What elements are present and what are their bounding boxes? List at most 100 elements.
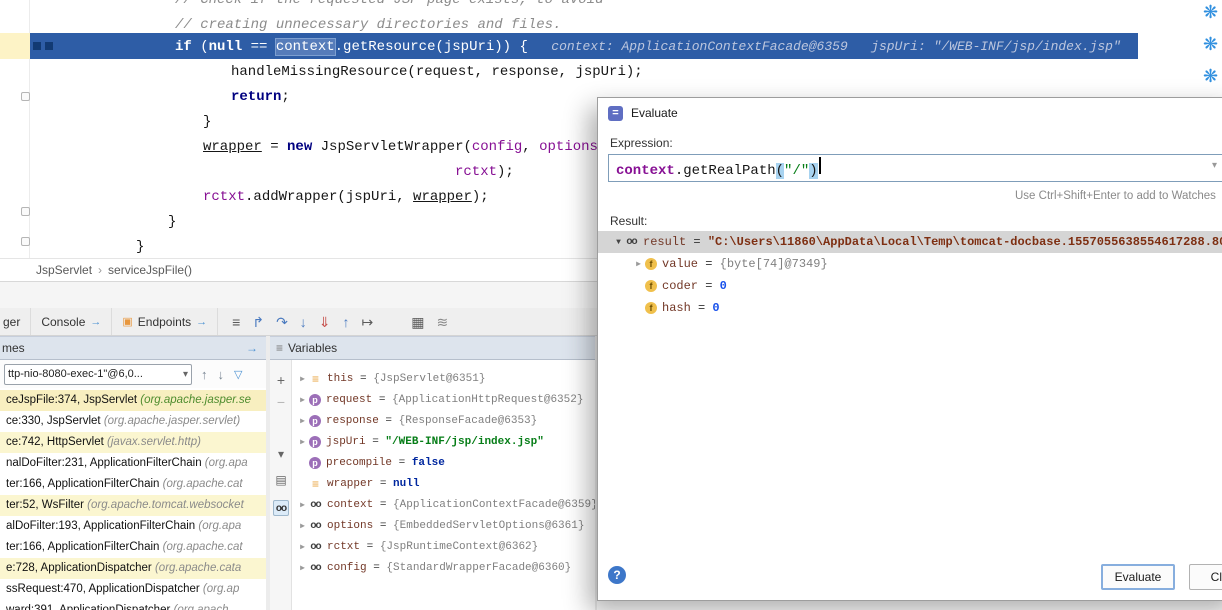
variable-row[interactable]: ▶oocontext = {ApplicationContextFacade@6… xyxy=(292,494,595,515)
variable-name: precompile xyxy=(326,457,392,469)
code-token: ; xyxy=(281,89,289,105)
mute-breakpoints-icon[interactable]: ≋ xyxy=(437,315,449,329)
code-token: = xyxy=(262,139,287,155)
variables-panel-header[interactable]: ≡ Variables xyxy=(270,336,595,360)
watch-icon: oo xyxy=(309,520,322,532)
expression-history-icon[interactable]: ▾ xyxy=(1212,160,1217,171)
frame-package: (org.apach xyxy=(174,604,229,610)
up-stack-icon[interactable]: ↑ xyxy=(201,367,208,382)
stack-frame[interactable]: ter:52, WsFilter (org.apache.tomcat.webs… xyxy=(0,495,266,516)
thread-selector-row: ttp-nio-8080-exec-1"@6,0... ▾ ↑ ↓ ▽ xyxy=(0,360,266,388)
stack-frames-list[interactable]: ceJspFile:374, JspServlet (org.apache.ja… xyxy=(0,390,266,610)
expand-chevron-icon[interactable]: ▶ xyxy=(296,374,309,384)
variables-tree[interactable]: ▶≡this = {JspServlet@6351}▶prequest = {A… xyxy=(292,368,595,578)
evaluate-button[interactable]: Evaluate xyxy=(1101,564,1175,590)
fold-marker-icon[interactable] xyxy=(21,237,30,246)
stack-frame[interactable]: ter:166, ApplicationFilterChain (org.apa… xyxy=(0,537,266,558)
stack-frame[interactable]: alDoFilter:193, ApplicationFilterChain (… xyxy=(0,516,266,537)
code-token: } xyxy=(168,214,176,230)
show-watches-icon[interactable]: oo xyxy=(273,500,289,516)
result-row[interactable]: fhash = 0 xyxy=(598,297,1222,319)
stack-frame[interactable]: ce:742, HttpServlet (javax.servlet.http) xyxy=(0,432,266,453)
expand-chevron-icon[interactable]: ▶ xyxy=(296,542,309,552)
expand-chevron-icon[interactable]: ▼ xyxy=(612,238,625,247)
stack-frame[interactable]: e:728, ApplicationDispatcher (org.apache… xyxy=(0,558,266,579)
code-token: } xyxy=(136,239,144,255)
help-icon[interactable]: ? xyxy=(608,566,626,584)
variable-row[interactable]: ▶≡this = {JspServlet@6351} xyxy=(292,368,595,389)
thread-dropdown-value: ttp-nio-8080-exec-1"@6,0... xyxy=(8,368,183,380)
code-token: rctxt xyxy=(455,164,497,180)
new-watch-panel-icon[interactable]: ▤ xyxy=(273,472,289,488)
stack-frame[interactable]: ceJspFile:374, JspServlet (org.apache.ja… xyxy=(0,390,266,411)
frames-panel-header[interactable]: mes → xyxy=(0,336,266,360)
variable-name: request xyxy=(326,394,372,406)
result-row[interactable]: ▶fvalue = {byte[74]@7349} xyxy=(598,253,1222,275)
thread-dropdown[interactable]: ttp-nio-8080-exec-1"@6,0... ▾ xyxy=(4,364,192,385)
expand-chevron-icon[interactable]: ▶ xyxy=(296,437,309,447)
result-row[interactable]: ▼ooresult = "C:\Users\11860\AppData\Loca… xyxy=(598,231,1222,253)
tab-console[interactable]: Console→ xyxy=(31,308,112,335)
add-watch-icon[interactable]: + xyxy=(273,372,289,388)
settings-menu-icon[interactable]: ≡ xyxy=(232,315,240,329)
expression-input[interactable]: context.getRealPath("/") xyxy=(608,154,1222,182)
jump-to-source-icon[interactable]: → xyxy=(246,341,258,355)
list-icon: ≡ xyxy=(276,341,283,355)
variable-row[interactable]: ▶presponse = {ResponseFacade@6353} xyxy=(292,410,595,431)
stack-frame[interactable]: ssRequest:470, ApplicationDispatcher (or… xyxy=(0,579,266,600)
variable-row[interactable]: ≡wrapper = null xyxy=(292,473,595,494)
stack-frame[interactable]: nalDoFilter:231, ApplicationFilterChain … xyxy=(0,453,266,474)
filter-frames-icon[interactable]: ▽ xyxy=(234,368,242,381)
fold-marker-icon[interactable] xyxy=(21,207,30,216)
gear-icon[interactable]: ❋ xyxy=(1203,2,1218,22)
variable-row[interactable]: ▶prequest = {ApplicationHttpRequest@6352… xyxy=(292,389,595,410)
step-out-icon[interactable]: ↑ xyxy=(343,315,350,329)
watch-icon: oo xyxy=(309,562,322,574)
breadcrumb-item[interactable]: JspServlet xyxy=(36,263,92,277)
result-row[interactable]: fcoder = 0 xyxy=(598,275,1222,297)
variable-row[interactable]: ▶oooptions = {EmbeddedServletOptions@636… xyxy=(292,515,595,536)
expand-chevron-icon[interactable]: ▶ xyxy=(296,500,309,510)
fold-marker-icon[interactable] xyxy=(21,92,30,101)
gear-icon[interactable]: ❋ xyxy=(1203,66,1218,86)
expand-chevron-icon[interactable]: ▶ xyxy=(632,259,645,269)
down-stack-icon[interactable]: ↓ xyxy=(218,367,225,382)
remove-watch-icon[interactable]: − xyxy=(273,394,289,410)
equals-sign: = xyxy=(372,394,392,406)
expand-chevron-icon[interactable]: ▶ xyxy=(296,563,309,573)
variable-row[interactable]: ▶ooconfig = {StandardWrapperFacade@6360} xyxy=(292,557,595,578)
tab-label: Console xyxy=(41,315,85,329)
stack-frame[interactable]: ter:166, ApplicationFilterChain (org.apa… xyxy=(0,474,266,495)
frames-header-label: mes xyxy=(2,341,25,355)
step-over-icon[interactable]: ↷ xyxy=(276,315,288,329)
variable-value: false xyxy=(412,457,445,469)
expand-chevron-icon[interactable]: ▶ xyxy=(296,521,309,531)
variable-row[interactable]: ▶oorctxt = {JspRuntimeContext@6362} xyxy=(292,536,595,557)
equals-sign: = xyxy=(379,415,399,427)
param-icon: p xyxy=(309,394,321,406)
chevron-down-icon[interactable]: ▾ xyxy=(273,446,289,462)
frame-package: (org.apa xyxy=(198,520,241,532)
variable-row[interactable]: pprecompile = false xyxy=(292,452,595,473)
stack-frame[interactable]: ce:330, JspServlet (org.apache.jasper.se… xyxy=(0,411,266,432)
expand-chevron-icon[interactable]: ▶ xyxy=(296,416,309,426)
force-step-into-icon[interactable]: ⇓ xyxy=(319,315,331,329)
expand-chevron-icon[interactable]: ▶ xyxy=(296,395,309,405)
dialog-title-bar[interactable]: = Evaluate xyxy=(598,98,1222,128)
run-to-cursor-icon[interactable]: ↦ xyxy=(362,315,374,329)
frame-location: e:728, ApplicationDispatcher xyxy=(6,562,155,574)
gear-icon[interactable]: ❋ xyxy=(1203,34,1218,54)
close-button[interactable]: Close xyxy=(1189,564,1222,590)
tab-endpoints[interactable]: ▣Endpoints→ xyxy=(112,308,218,335)
tab-debugger[interactable]: ger xyxy=(0,308,31,335)
show-execution-point-icon[interactable]: ↱ xyxy=(252,315,264,329)
result-tree[interactable]: ▼ooresult = "C:\Users\11860\AppData\Loca… xyxy=(598,231,1222,319)
code-line: handleMissingResource(request, response,… xyxy=(231,60,643,85)
variable-row[interactable]: ▶pjspUri = "/WEB-INF/jsp/index.jsp" xyxy=(292,431,595,452)
breadcrumb-item[interactable]: serviceJspFile() xyxy=(108,263,192,277)
step-into-icon[interactable]: ↓ xyxy=(300,315,307,329)
view-grid-icon[interactable]: ▦ xyxy=(411,315,424,329)
stack-frame[interactable]: ward:391, ApplicationDispatcher (org.apa… xyxy=(0,600,266,610)
frame-location: nalDoFilter:231, ApplicationFilterChain xyxy=(6,457,205,469)
equals-sign: = xyxy=(698,257,720,271)
